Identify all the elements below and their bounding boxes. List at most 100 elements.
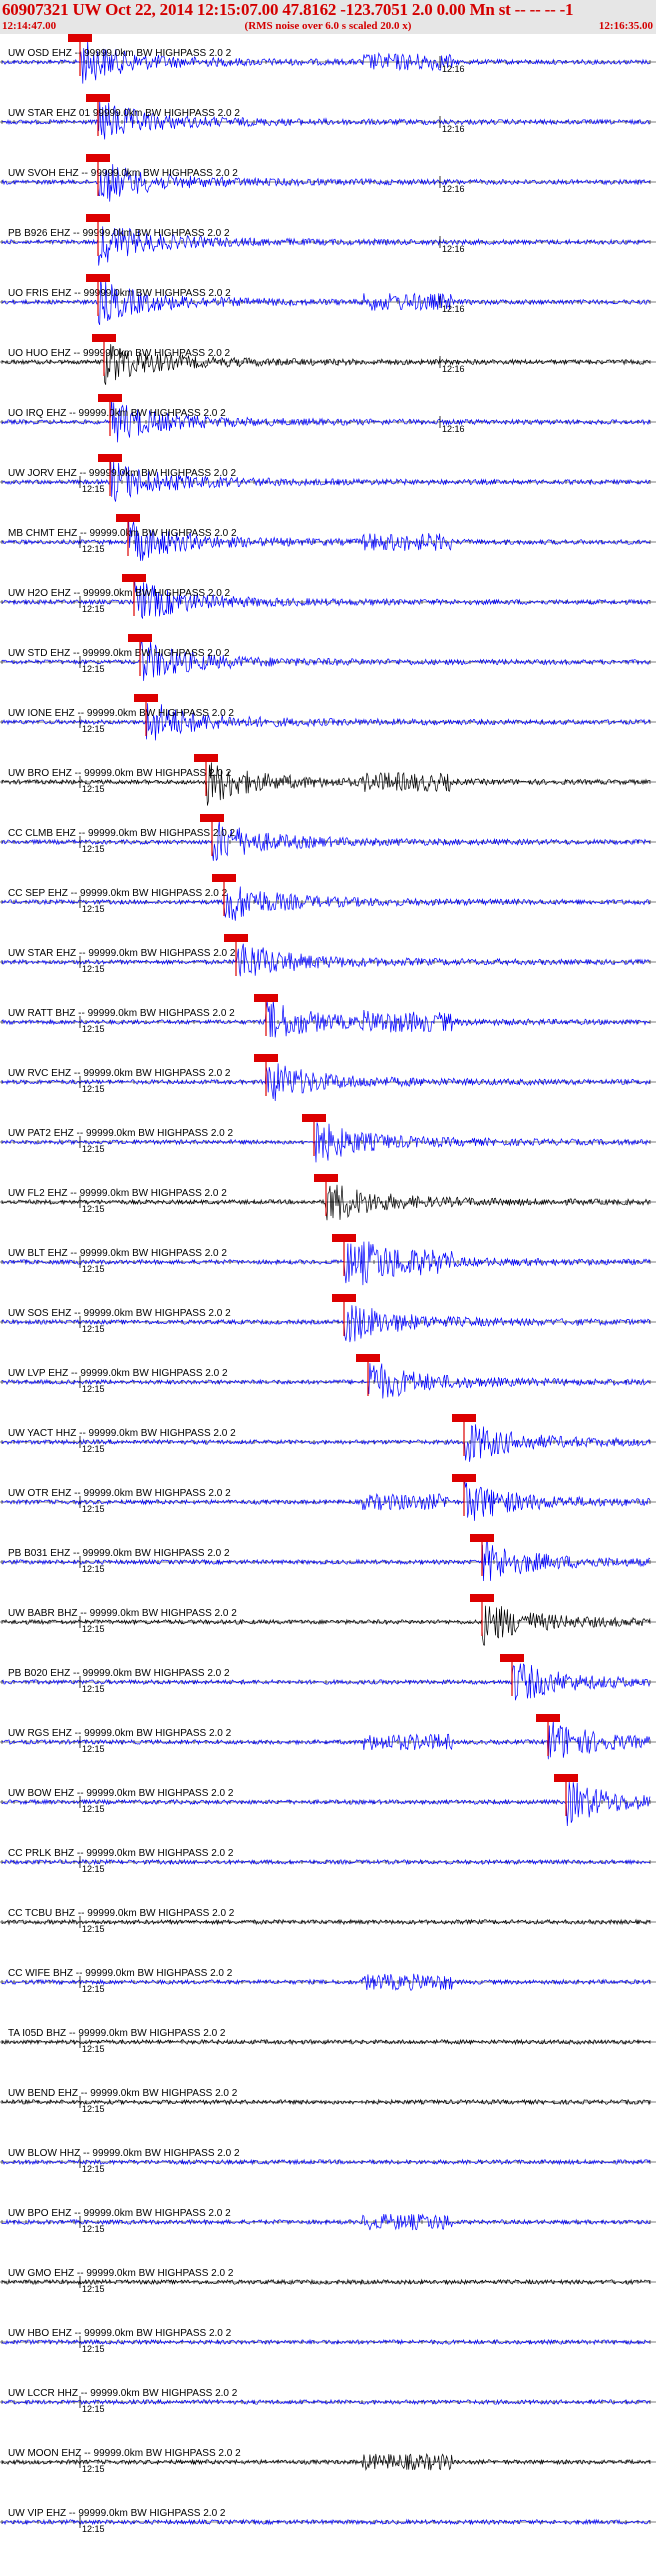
minute-label: 12:15 [82,2524,105,2534]
minute-label: 12:15 [82,1564,105,1574]
minute-label: 12:15 [82,544,105,554]
minute-label: 12:15 [82,1624,105,1634]
station-label: UW IONE EHZ -- 99999.0km BW HIGHPASS 2.0… [8,708,234,719]
minute-label: 12:15 [82,1864,105,1874]
minute-label: 12:15 [82,2404,105,2414]
station-label: UW RVC EHZ -- 99999.0km BW HIGHPASS 2.0 … [8,1068,231,1079]
trace-row: UW RGS EHZ -- 99999.0km BW HIGHPASS 2.0 … [0,1714,656,1760]
minute-label: 12:16 [442,64,465,74]
trace-row: UW OSD EHZ -- 99999.0km BW HIGHPASS 2.0 … [0,34,656,84]
minute-label: 12:15 [82,1984,105,1994]
station-label: CC PRLK BHZ -- 99999.0km BW HIGHPASS 2.0… [8,1848,234,1859]
minute-label: 12:16 [442,304,465,314]
station-label: UW BLOW HHZ -- 99999.0km BW HIGHPASS 2.0… [8,2148,240,2159]
trace-row: UW STAR EHZ -- 99999.0km BW HIGHPASS 2.0… [0,934,656,977]
station-label: UW VIP EHZ -- 99999.0km BW HIGHPASS 2.0 … [8,2508,226,2519]
trace-row: CC CLMB EHZ -- 99999.0km BW HIGHPASS 2.0… [0,814,656,862]
trace-row: UW BEND EHZ -- 99999.0km BW HIGHPASS 2.0… [0,2088,656,2114]
station-label: UW BABR BHZ -- 99999.0km BW HIGHPASS 2.0… [8,1608,237,1619]
trace-row: UW PAT2 EHZ -- 99999.0km BW HIGHPASS 2.0… [0,1114,656,1163]
trace-row: TA I05D BHZ -- 99999.0km BW HIGHPASS 2.0… [0,2028,656,2054]
trace-row: CC SEP EHZ -- 99999.0km BW HIGHPASS 2.0 … [0,874,656,921]
trace-row: UW H2O EHZ -- 99999.0km BW HIGHPASS 2.0 … [0,574,656,619]
trace-row: UW STD EHZ -- 99999.0km BW HIGHPASS 2.0 … [0,634,656,681]
station-label: UW BRO EHZ -- 99999.0km BW HIGHPASS 2.0 … [8,768,232,779]
station-label: UW GMO EHZ -- 99999.0km BW HIGHPASS 2.0 … [8,2268,234,2279]
end-time-label: 12:16:35.00 [598,20,653,32]
station-label: UW H2O EHZ -- 99999.0km BW HIGHPASS 2.0 … [8,588,231,599]
trace-row: UW SVOH EHZ -- 99999.0km BW HIGHPASS 2.0… [0,154,656,202]
minute-label: 12:15 [82,2284,105,2294]
minute-label: 12:15 [82,2164,105,2174]
rms-note: (RMS noise over 6.0 s scaled 20.0 x) [244,20,412,32]
station-label: UW RGS EHZ -- 99999.0km BW HIGHPASS 2.0 … [8,1728,232,1739]
minute-label: 12:15 [82,1384,105,1394]
station-label: UW PAT2 EHZ -- 99999.0km BW HIGHPASS 2.0… [8,1128,233,1139]
station-label: UO FRIS EHZ -- 99999.0km BW HIGHPASS 2.0… [8,288,231,299]
minute-label: 12:15 [82,964,105,974]
trace-row: CC WIFE BHZ -- 99999.0km BW HIGHPASS 2.0… [0,1968,656,1994]
minute-label: 12:16 [442,184,465,194]
minute-label: 12:15 [82,1924,105,1934]
station-label: UW LCCR HHZ -- 99999.0km BW HIGHPASS 2.0… [8,2388,238,2399]
minute-label: 12:15 [82,1504,105,1514]
station-label: UO HUO EHZ -- 99999.0km BW HIGHPASS 2.0 … [8,348,231,359]
minute-label: 12:15 [82,1444,105,1454]
station-label: UW RATT BHZ -- 99999.0km BW HIGHPASS 2.0… [8,1008,235,1019]
trace-row: UW IONE EHZ -- 99999.0km BW HIGHPASS 2.0… [0,694,656,741]
minute-label: 12:15 [82,1684,105,1694]
minute-label: 12:16 [442,244,465,254]
trace-row: UW STAR EHZ 01 99999.0km BW HIGHPASS 2.0… [0,94,656,140]
minute-label: 12:15 [82,484,105,494]
minute-label: 12:15 [82,724,105,734]
trace-row: UW JORV EHZ -- 99999.0km BW HIGHPASS 2.0… [0,454,656,502]
minute-label: 12:15 [82,904,105,914]
minute-label: 12:15 [82,1744,105,1754]
trace-row: UW LVP EHZ -- 99999.0km BW HIGHPASS 2.0 … [0,1354,656,1399]
trace-row: UW BRO EHZ -- 99999.0km BW HIGHPASS 2.0 … [0,754,656,806]
trace-row: PB B020 EHZ -- 99999.0km BW HIGHPASS 2.0… [0,1654,656,1701]
station-label: UW BPO EHZ -- 99999.0km BW HIGHPASS 2.0 … [8,2208,231,2219]
trace-row: MB CHMT EHZ -- 99999.0km BW HIGHPASS 2.0… [0,514,656,561]
waveform [1,1478,651,1521]
station-label: UW JORV EHZ -- 99999.0km BW HIGHPASS 2.0… [8,468,236,479]
station-label: UW FL2 EHZ -- 99999.0km BW HIGHPASS 2.0 … [8,1188,227,1199]
minute-label: 12:15 [82,1024,105,1034]
station-label: UW SVOH EHZ -- 99999.0km BW HIGHPASS 2.0… [8,168,238,179]
minute-label: 12:15 [82,1264,105,1274]
minute-label: 12:15 [82,784,105,794]
trace-row: UW OTR EHZ -- 99999.0km BW HIGHPASS 2.0 … [0,1474,656,1521]
waveform [1,1538,651,1582]
event-title: 60907321 UW Oct 22, 2014 12:15:07.00 47.… [2,0,574,19]
minute-label: 12:15 [82,664,105,674]
trace-row: UO IRQ EHZ -- 99999.0km BW HIGHPASS 2.0 … [0,394,656,443]
trace-row: UW MOON EHZ -- 99999.0km BW HIGHPASS 2.0… [0,2448,656,2474]
trace-row: UW BPO EHZ -- 99999.0km BW HIGHPASS 2.0 … [0,2208,656,2234]
station-label: CC TCBU BHZ -- 99999.0km BW HIGHPASS 2.0… [8,1908,235,1919]
trace-row: UW BOW EHZ -- 99999.0km BW HIGHPASS 2.0 … [0,1774,656,1827]
minute-label: 12:15 [82,2344,105,2354]
trace-row: UW FL2 EHZ -- 99999.0km BW HIGHPASS 2.0 … [0,1174,656,1221]
station-label: UW OSD EHZ -- 99999.0km BW HIGHPASS 2.0 … [8,48,232,59]
station-label: UW BOW EHZ -- 99999.0km BW HIGHPASS 2.0 … [8,1788,234,1799]
trace-row: UW BLOW HHZ -- 99999.0km BW HIGHPASS 2.0… [0,2148,656,2174]
station-label: PB B020 EHZ -- 99999.0km BW HIGHPASS 2.0… [8,1668,230,1679]
station-label: UO IRQ EHZ -- 99999.0km BW HIGHPASS 2.0 … [8,408,226,419]
trace-row: UW RATT BHZ -- 99999.0km BW HIGHPASS 2.0… [0,994,656,1038]
minute-label: 12:15 [82,1204,105,1214]
waveform [1,638,651,681]
station-label: PB B031 EHZ -- 99999.0km BW HIGHPASS 2.0… [8,1548,230,1559]
minute-label: 12:15 [82,1144,105,1154]
minute-label: 12:15 [82,604,105,614]
station-label: UW MOON EHZ -- 99999.0km BW HIGHPASS 2.0… [8,2448,241,2459]
waveform [1,517,651,561]
minute-label: 12:15 [82,2464,105,2474]
station-label: UW OTR EHZ -- 99999.0km BW HIGHPASS 2.0 … [8,1488,231,1499]
station-label: UW YACT HHZ -- 99999.0km BW HIGHPASS 2.0… [8,1428,236,1439]
trace-row: UW LCCR HHZ -- 99999.0km BW HIGHPASS 2.0… [0,2388,656,2414]
minute-label: 12:16 [442,124,465,134]
station-label: CC CLMB EHZ -- 99999.0km BW HIGHPASS 2.0… [8,828,236,839]
seismogram-plot: UW OSD EHZ -- 99999.0km BW HIGHPASS 2.0 … [0,34,656,2534]
minute-label: 12:15 [82,1084,105,1094]
station-label: MB CHMT EHZ -- 99999.0km BW HIGHPASS 2.0… [8,528,237,539]
